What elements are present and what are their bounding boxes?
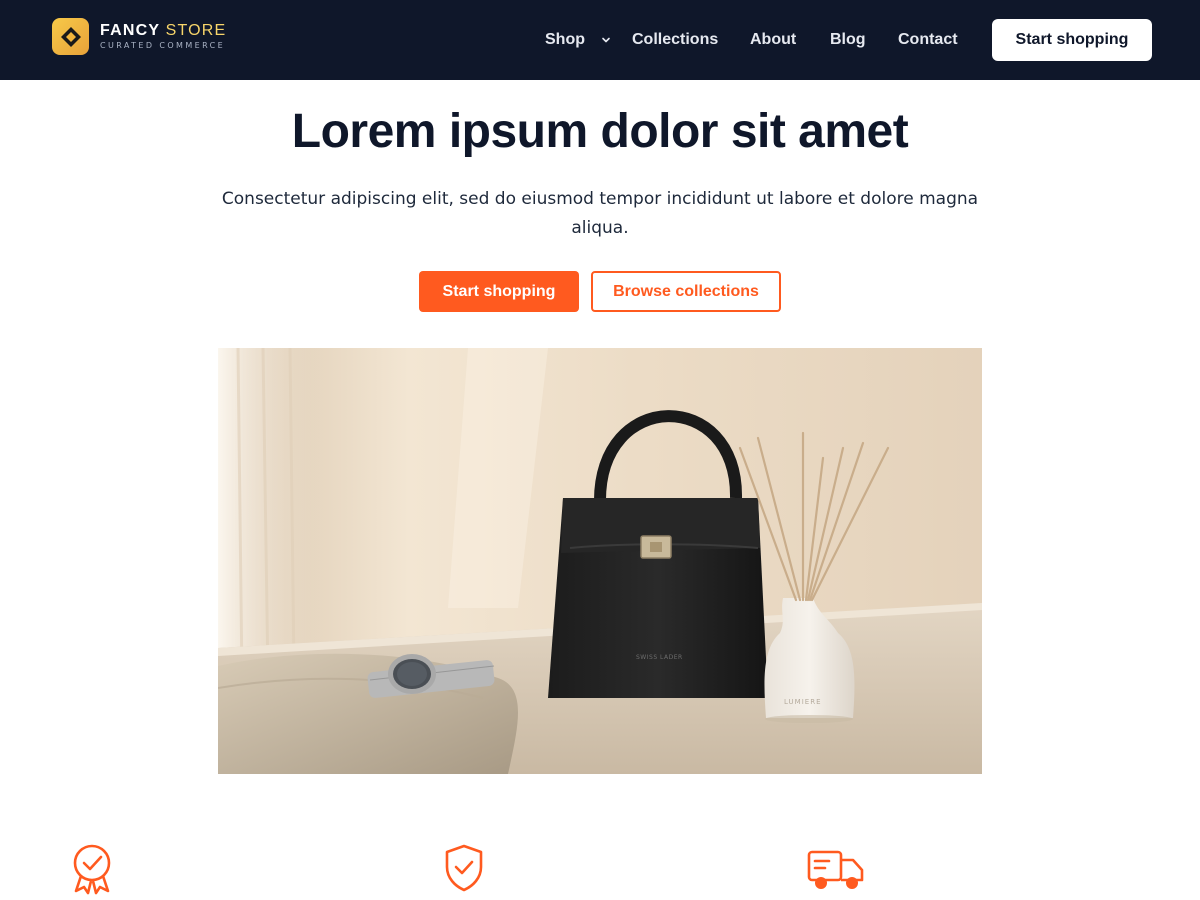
- nav-item-about[interactable]: About: [750, 30, 796, 50]
- award-ribbon-icon: [73, 844, 111, 895]
- start-shopping-button[interactable]: Start shopping: [419, 271, 579, 312]
- brand-tagline: CURATED COMMERCE: [100, 41, 226, 50]
- nav-item-shop[interactable]: Shop: [545, 30, 585, 50]
- brand-name: FANCY STORE: [100, 22, 226, 40]
- brand-name-part1: FANCY: [100, 22, 160, 39]
- bag-brand-text: SWISS LADER: [636, 654, 683, 661]
- nav-item-collections[interactable]: Collections: [632, 30, 718, 50]
- browse-collections-button[interactable]: Browse collections: [591, 271, 781, 312]
- header-start-shopping-button[interactable]: Start shopping: [992, 19, 1152, 61]
- nav-item-blog[interactable]: Blog: [830, 30, 866, 50]
- hero-title: Lorem ipsum dolor sit amet: [291, 105, 909, 158]
- delivery-truck-icon: [807, 850, 864, 889]
- chevron-down-icon[interactable]: [599, 33, 613, 47]
- brand-wordmark: FANCY STORE CURATED COMMERCE: [100, 22, 226, 51]
- shield-check-icon: [445, 844, 483, 892]
- diamond-logo-icon: [52, 18, 89, 55]
- vase-label-text: LUMIERE: [784, 698, 822, 706]
- brand-logo-link[interactable]: FANCY STORE CURATED COMMERCE: [52, 18, 226, 55]
- hero-product-image: SWISS LADER LUMIERE: [218, 348, 982, 774]
- hero-subtitle: Consectetur adipiscing elit, sed do eius…: [221, 189, 979, 238]
- brand-name-part2: STORE: [165, 22, 227, 39]
- top-navigation-bar: FANCY STORE CURATED COMMERCE Shop Collec…: [0, 0, 1200, 80]
- nav-item-contact[interactable]: Contact: [898, 30, 958, 50]
